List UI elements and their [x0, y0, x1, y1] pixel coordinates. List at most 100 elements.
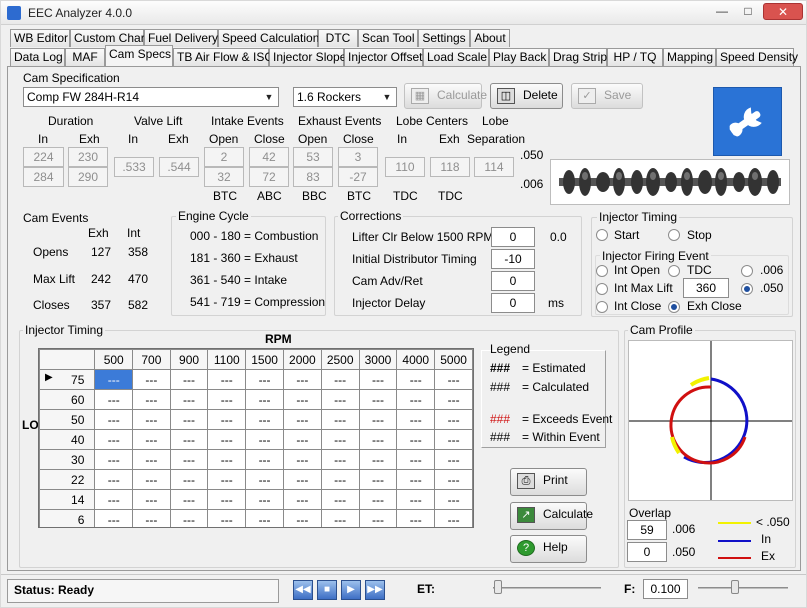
timing-cell[interactable]: --- — [358, 509, 398, 527]
timing-cell[interactable]: --- — [207, 389, 247, 410]
timing-cell[interactable]: --- — [132, 509, 171, 527]
tab-hp-tq[interactable]: HP / TQ — [607, 48, 663, 66]
timing-cell[interactable]: --- — [320, 429, 360, 450]
timing-cell[interactable]: --- — [358, 489, 398, 510]
int-close-radio[interactable] — [596, 301, 608, 313]
tab-speed-density[interactable]: Speed Density — [716, 48, 798, 66]
cam-adv-input[interactable]: 0 — [491, 271, 535, 291]
tab-data-log[interactable]: Data Log — [10, 48, 65, 66]
timing-cell[interactable]: --- — [358, 469, 398, 490]
timing-cell[interactable]: --- — [358, 389, 398, 410]
et-slider-track[interactable] — [493, 587, 601, 589]
timing-cell[interactable]: --- — [320, 369, 360, 390]
help-button[interactable]: ? Help — [510, 535, 587, 563]
overlap-050-input[interactable]: 0 — [627, 542, 667, 562]
timing-cell[interactable]: --- — [282, 389, 322, 410]
timing-cell[interactable]: --- — [245, 429, 284, 450]
rewind-icon[interactable]: ◀◀ — [293, 580, 313, 600]
timing-cell[interactable]: --- — [434, 449, 473, 470]
timing-cell[interactable]: --- — [358, 369, 398, 390]
tab-injector-offset[interactable]: Injector Offset — [344, 48, 423, 66]
timing-cell[interactable]: --- — [207, 429, 247, 450]
int-open-radio[interactable] — [596, 265, 608, 277]
timing-cell[interactable]: --- — [320, 409, 360, 430]
timing-cell[interactable]: --- — [94, 409, 134, 430]
cam-select[interactable]: Comp FW 284H-R14 ▼ — [23, 87, 279, 107]
timing-cell[interactable]: --- — [320, 509, 360, 527]
timing-cell[interactable]: --- — [94, 389, 134, 410]
timing-cell[interactable]: --- — [169, 429, 209, 450]
tab-wb-editor[interactable]: WB Editor — [10, 29, 70, 47]
timing-cell[interactable]: --- — [396, 409, 436, 430]
timing-cell[interactable]: --- — [132, 449, 171, 470]
timing-cell[interactable]: --- — [245, 449, 284, 470]
start-radio[interactable] — [596, 229, 608, 241]
timing-cell[interactable]: --- — [245, 509, 284, 527]
tab-play-back[interactable]: Play Back — [489, 48, 549, 66]
timing-cell[interactable]: --- — [282, 509, 322, 527]
f-input[interactable]: 0.100 — [643, 579, 688, 599]
f-slider-track[interactable] — [698, 587, 788, 589]
timing-cell[interactable]: --- — [282, 429, 322, 450]
timing-cell[interactable]: --- — [169, 469, 209, 490]
rockers-select[interactable]: 1.6 Rockers ▼ — [293, 87, 397, 107]
tab-scan-tool[interactable]: Scan Tool — [358, 29, 418, 47]
timing-cell[interactable]: --- — [396, 369, 436, 390]
delete-button[interactable]: ◫ Delete — [490, 83, 563, 109]
timing-cell[interactable]: --- — [169, 409, 209, 430]
tab-speed-calculation[interactable]: Speed Calculation — [218, 29, 319, 47]
timing-cell[interactable]: --- — [396, 509, 436, 527]
save-button[interactable]: ✓ Save — [571, 83, 643, 109]
timing-cell[interactable]: --- — [169, 489, 209, 510]
close-icon[interactable]: ✕ — [763, 3, 803, 20]
tab-injector-slope[interactable]: Injector Slope — [269, 48, 346, 66]
fast-forward-icon[interactable]: ▶▶ — [365, 580, 385, 600]
timing-cell[interactable]: --- — [282, 449, 322, 470]
timing-cell[interactable]: --- — [94, 449, 134, 470]
timing-cell[interactable]: --- — [434, 369, 473, 390]
timing-cell[interactable]: --- — [434, 409, 473, 430]
timing-cell[interactable]: --- — [245, 489, 284, 510]
timing-cell[interactable]: --- — [396, 469, 436, 490]
tdc-radio[interactable] — [668, 265, 680, 277]
timing-cell[interactable]: --- — [320, 449, 360, 470]
tab-tb-air-flow[interactable]: TB Air Flow & ISC — [173, 48, 273, 66]
timing-cell[interactable]: --- — [94, 369, 134, 390]
timing-cell[interactable]: --- — [207, 489, 247, 510]
tab-settings[interactable]: Settings — [418, 29, 470, 47]
timing-cell[interactable]: --- — [320, 469, 360, 490]
timing-cell[interactable]: --- — [207, 509, 247, 527]
stop-icon[interactable]: ■ — [317, 580, 337, 600]
timing-cell[interactable]: --- — [94, 509, 134, 527]
timing-cell[interactable]: --- — [132, 409, 171, 430]
tab-dtc[interactable]: DTC — [318, 29, 358, 47]
maximize-icon[interactable]: □ — [736, 3, 760, 20]
lifter-input[interactable]: 0 — [491, 227, 535, 247]
v050-radio[interactable] — [741, 283, 753, 295]
timing-cell[interactable]: --- — [94, 429, 134, 450]
timing-cell[interactable]: --- — [245, 409, 284, 430]
calculate-spec-button[interactable]: ▦ Calculate — [404, 83, 487, 109]
exh-close-radio[interactable] — [668, 301, 680, 313]
timing-cell[interactable]: --- — [396, 489, 436, 510]
tab-maf[interactable]: MAF — [65, 48, 105, 66]
timing-cell[interactable]: --- — [396, 429, 436, 450]
timing-cell[interactable]: --- — [320, 489, 360, 510]
timing-cell[interactable]: --- — [358, 449, 398, 470]
timing-cell[interactable]: --- — [434, 509, 473, 527]
timing-cell[interactable]: --- — [320, 389, 360, 410]
timing-cell[interactable]: --- — [434, 489, 473, 510]
timing-cell[interactable]: --- — [282, 409, 322, 430]
timing-cell[interactable]: --- — [207, 469, 247, 490]
timing-cell[interactable]: --- — [434, 429, 473, 450]
timing-cell[interactable]: --- — [245, 369, 284, 390]
timing-cell[interactable]: --- — [207, 449, 247, 470]
calculate-button[interactable]: ↗ Calculate — [510, 502, 593, 530]
timing-cell[interactable]: --- — [282, 469, 322, 490]
timing-cell[interactable]: --- — [132, 469, 171, 490]
timing-cell[interactable]: --- — [245, 469, 284, 490]
timing-cell[interactable]: --- — [132, 369, 171, 390]
timing-cell[interactable]: --- — [396, 449, 436, 470]
timing-cell[interactable]: --- — [207, 409, 247, 430]
minimize-icon[interactable]: — — [710, 3, 734, 20]
